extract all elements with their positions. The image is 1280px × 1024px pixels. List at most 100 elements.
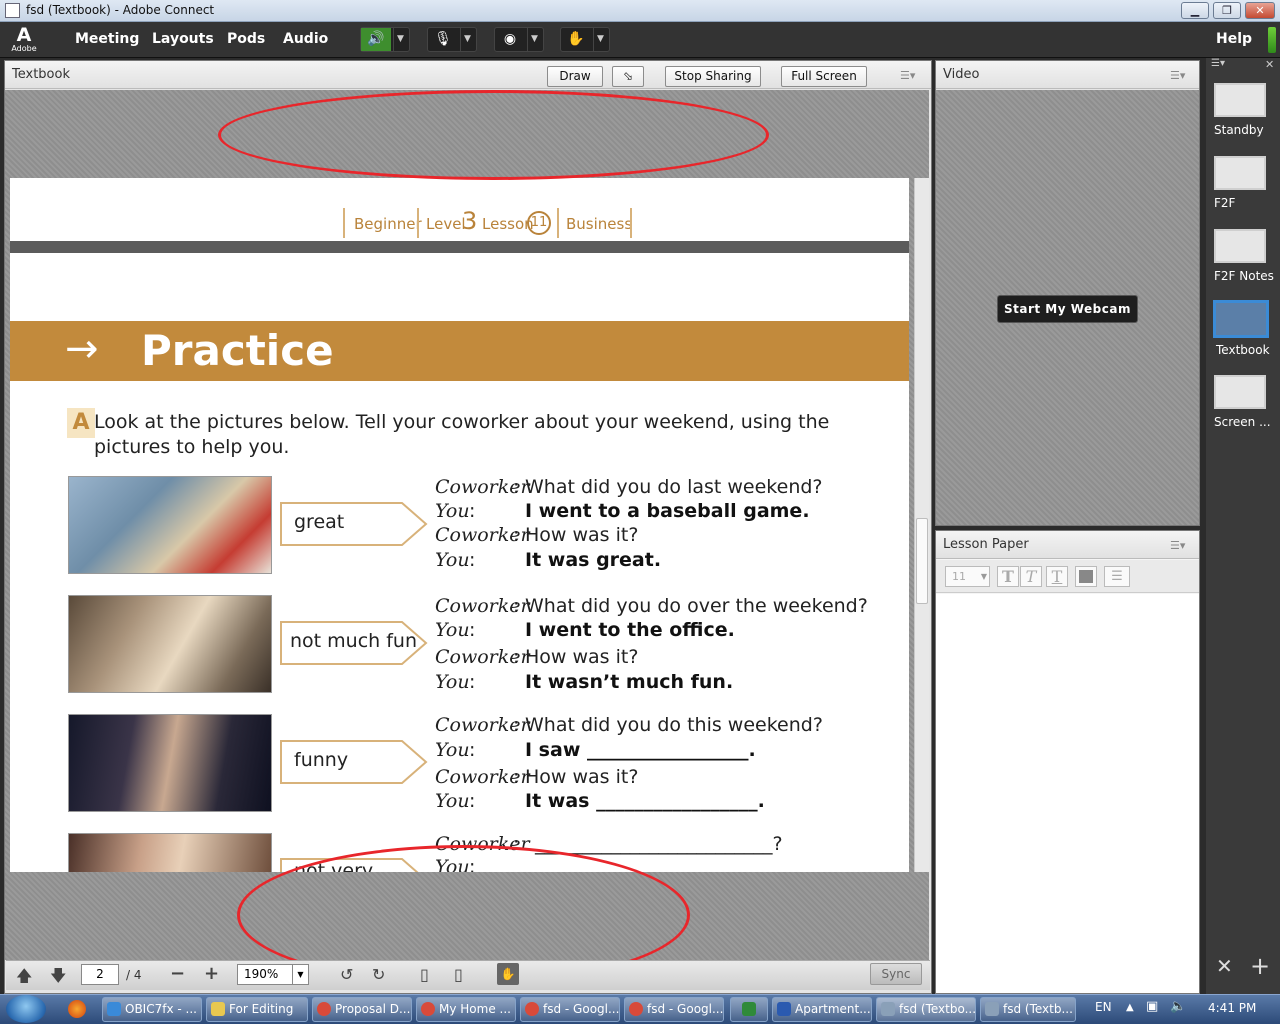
dialog-3-question-2: How was it? xyxy=(525,766,639,788)
start-button-icon[interactable] xyxy=(6,995,46,1023)
nav-lesson-number: 11 xyxy=(527,211,551,235)
webcam-control[interactable]: ◉ ▼ xyxy=(494,27,544,52)
colon: : xyxy=(513,766,520,788)
bullet-list-icon[interactable]: ☰ xyxy=(1104,566,1130,587)
connect-icon xyxy=(881,1002,895,1016)
two-page-icon[interactable]: ▯ xyxy=(454,965,463,984)
layout-label: Standby xyxy=(1214,123,1264,137)
pod-menu-icon[interactable]: ☰▾ xyxy=(1170,539,1185,552)
taskbar-item[interactable]: Apartment... xyxy=(772,997,872,1022)
show-hidden-icons-icon[interactable]: ▲ xyxy=(1126,1002,1134,1013)
start-webcam-button[interactable]: Start My Webcam xyxy=(997,295,1138,323)
taskbar-item[interactable] xyxy=(730,997,768,1022)
document-toolbar xyxy=(6,960,930,990)
shared-document-page: Beginner Level 3 Lesson 11 Business → Pr… xyxy=(10,178,909,872)
zoom-in-icon[interactable]: + xyxy=(204,963,219,984)
taskbar-item[interactable]: fsd (Textbo... xyxy=(876,997,976,1022)
taskbar-item[interactable]: fsd - Googl... xyxy=(624,997,724,1022)
network-icon[interactable]: ▣ xyxy=(1146,999,1158,1014)
rotate-left-icon[interactable]: ↺ xyxy=(340,965,353,984)
scrollbar-thumb[interactable] xyxy=(916,518,928,604)
taskbar-item-label: My Home ... xyxy=(439,1002,511,1016)
text-color-icon[interactable] xyxy=(1075,566,1097,587)
excel-icon xyxy=(742,1002,756,1016)
add-layout-icon[interactable]: + xyxy=(1250,952,1270,980)
speaker-label: You xyxy=(435,549,470,571)
chevron-down-icon[interactable]: ▼ xyxy=(460,28,474,51)
notes-text-area[interactable] xyxy=(936,594,1199,993)
speaker-label: You xyxy=(435,619,470,641)
close-button[interactable]: ✕ xyxy=(1245,2,1275,19)
select-tool-button[interactable]: ⬂ xyxy=(612,66,644,87)
colon: : xyxy=(513,714,520,736)
word-icon xyxy=(777,1002,791,1016)
layout-f2f[interactable]: F2F xyxy=(1214,156,1266,210)
previous-page-icon[interactable]: 🡅 xyxy=(16,965,32,992)
firefox-icon[interactable] xyxy=(68,1000,86,1018)
chevron-down-icon[interactable]: ▼ xyxy=(393,28,407,51)
document-scrollbar[interactable] xyxy=(914,178,929,872)
minimize-button[interactable]: ▁ xyxy=(1181,2,1209,19)
layout-textbook[interactable]: Textbook xyxy=(1213,300,1270,357)
chevron-down-icon[interactable]: ▼ xyxy=(527,28,541,51)
nav-beginner: Beginner xyxy=(354,215,422,233)
pod-menu-icon[interactable]: ☰▾ xyxy=(1170,69,1185,82)
language-indicator[interactable]: EN xyxy=(1095,1000,1112,1014)
zoom-out-icon[interactable]: − xyxy=(170,963,185,984)
single-page-icon[interactable]: ▯ xyxy=(420,965,429,984)
pod-menu-icon[interactable]: ☰▾ xyxy=(900,69,915,82)
taskbar-item[interactable]: OBIC7fx - ... xyxy=(102,997,202,1022)
raise-hand-icon[interactable]: ✋ xyxy=(561,28,591,51)
menu-help[interactable]: Help xyxy=(1216,31,1252,47)
next-page-icon[interactable]: 🡇 xyxy=(50,965,66,992)
taskbar-item-label: fsd (Textb... xyxy=(1003,1002,1073,1016)
restore-button[interactable]: ❐ xyxy=(1213,2,1241,19)
sidebar-close-icon[interactable]: ✕ xyxy=(1265,58,1274,71)
colon: : xyxy=(513,646,520,668)
draw-button[interactable]: Draw xyxy=(547,66,603,87)
chrome-icon xyxy=(629,1002,643,1016)
menu-pods[interactable]: Pods xyxy=(227,31,265,47)
layout-thumbnail xyxy=(1214,83,1266,117)
font-size-select[interactable]: 11 ▼ xyxy=(945,566,990,587)
speaker-control[interactable]: 🔊 ▼ xyxy=(360,27,410,52)
pan-hand-icon[interactable]: ✋ xyxy=(497,963,519,985)
webcam-icon[interactable]: ◉ xyxy=(495,28,525,51)
layout-f2f-notes[interactable]: F2F Notes xyxy=(1214,229,1274,283)
layout-standby[interactable]: Standby xyxy=(1214,83,1266,137)
taskbar-item[interactable]: For Editing xyxy=(206,997,308,1022)
raise-hand-control[interactable]: ✋ ▼ xyxy=(560,27,610,52)
taskbar-item[interactable]: My Home ... xyxy=(416,997,516,1022)
menu-audio[interactable]: Audio xyxy=(283,31,328,47)
stop-sharing-button[interactable]: Stop Sharing xyxy=(665,66,761,87)
taskbar-item-label: OBIC7fx - ... xyxy=(125,1002,197,1016)
underline-icon[interactable]: T xyxy=(1046,566,1068,587)
sidebar-menu-icon[interactable]: ☰▾ xyxy=(1211,58,1225,69)
arrow-right-icon: → xyxy=(65,326,99,372)
zoom-select[interactable]: 190% ▼ xyxy=(237,964,309,985)
rotate-right-icon[interactable]: ↻ xyxy=(372,965,385,984)
chevron-down-icon[interactable]: ▼ xyxy=(593,28,607,51)
full-screen-button[interactable]: Full Screen xyxy=(781,66,867,87)
clock[interactable]: 4:41 PM xyxy=(1208,1001,1256,1015)
menu-meeting[interactable]: Meeting xyxy=(75,31,139,47)
sync-button[interactable]: Sync xyxy=(870,963,922,985)
menu-layouts[interactable]: Layouts xyxy=(152,31,214,47)
microphone-icon[interactable]: 🎙 xyxy=(428,28,458,51)
bold-icon[interactable]: T xyxy=(997,566,1019,587)
speaker-icon[interactable]: 🔊 xyxy=(361,28,391,51)
chevron-down-icon[interactable]: ▼ xyxy=(292,965,308,984)
page-number-input[interactable]: 2 xyxy=(81,964,119,985)
layout-screen[interactable]: Screen ... xyxy=(1214,375,1271,429)
colon: : xyxy=(513,476,520,498)
tools-icon[interactable]: ✕ xyxy=(1216,954,1233,978)
taskbar-item[interactable]: fsd - Googl... xyxy=(520,997,620,1022)
taskbar-item[interactable]: fsd (Textb... xyxy=(980,997,1076,1022)
chevron-down-icon[interactable]: ▼ xyxy=(981,567,987,586)
microphone-control[interactable]: 🎙 ▼ xyxy=(427,27,477,52)
taskbar-item[interactable]: Proposal D... xyxy=(312,997,412,1022)
italic-icon[interactable]: T xyxy=(1020,566,1042,587)
dialog-3-answer-2: It was _________________. xyxy=(525,790,765,812)
colon: : xyxy=(469,790,476,812)
volume-icon[interactable]: 🔈 xyxy=(1170,999,1186,1014)
